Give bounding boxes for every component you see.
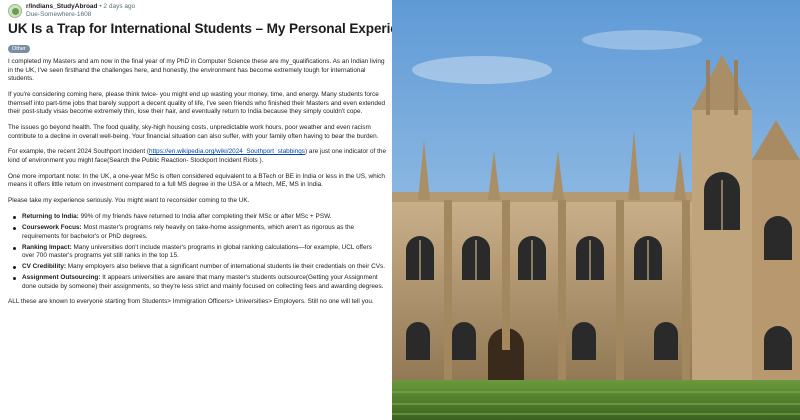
post-author[interactable]: Due-Somewhere-1608 — [26, 11, 135, 19]
post-body: I completed my Masters and am now in the… — [8, 58, 386, 306]
post-time: 2 days ago — [103, 3, 136, 10]
list-item: Coursework Focus: Most master's programs… — [8, 224, 386, 241]
list-item: Assignment Outsourcing: It appears unive… — [8, 274, 386, 291]
list-item: CV Credibility: Many employers also beli… — [8, 263, 386, 272]
college-photo — [392, 0, 800, 420]
list-item: Ranking Impact: Many universities don't … — [8, 244, 386, 261]
list-item: Returning to India: 99% of my friends ha… — [8, 213, 386, 222]
paragraph-issues: The issues go beyond health. The food qu… — [8, 123, 379, 140]
post-flair[interactable]: Other — [8, 45, 30, 53]
reddit-post: r/Indians_StudyAbroad • 2 days ago Due-S… — [0, 0, 392, 420]
paragraph-example: For example, the recent 2024 Southport I… — [8, 148, 386, 164]
meta-separator: • — [99, 3, 102, 10]
paragraph-warning: If you're considering coming here, pleas… — [8, 90, 386, 116]
paragraph-serious: Please take my experience seriously. You… — [8, 197, 250, 205]
southport-link[interactable]: https://en.wikipedia.org/wiki/2024_South… — [149, 148, 305, 155]
subreddit-name[interactable]: r/Indians_StudyAbroad — [26, 3, 98, 10]
college-building-image — [392, 0, 800, 420]
post-meta: r/Indians_StudyAbroad • 2 days ago Due-S… — [8, 3, 386, 19]
paragraph-closing: ALL these are known to everyone starting… — [8, 297, 374, 305]
paragraph-intro: I completed my Masters and am now in the… — [8, 58, 385, 83]
reasons-list: Returning to India: 99% of my friends ha… — [8, 213, 386, 292]
paragraph-msc: One more important note: In the UK, a on… — [8, 172, 385, 189]
subreddit-avatar-icon[interactable] — [8, 4, 22, 18]
post-title[interactable]: UK Is a Trap for International Students … — [8, 20, 392, 37]
